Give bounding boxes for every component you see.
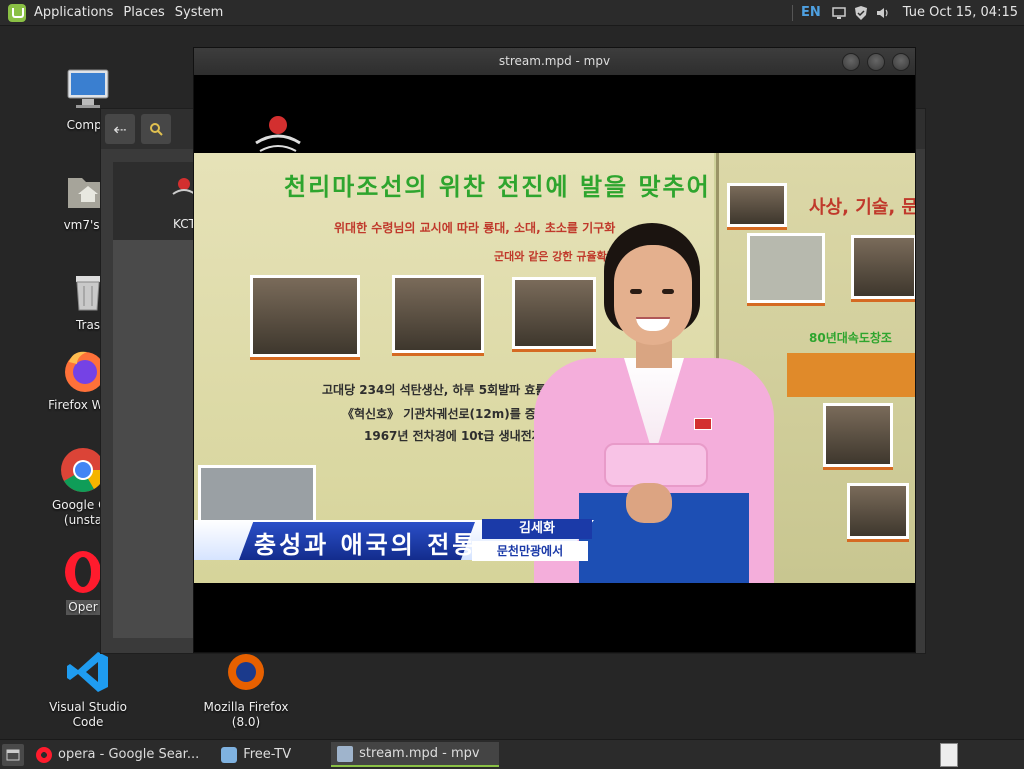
maximize-button[interactable] — [867, 53, 885, 71]
taskbar-item-label: opera - Google Sear... — [58, 747, 200, 762]
video-frame: 천리마조선의 위찬 전진에 발을 맞추어 위대한 수령님의 교시에 따라 룡대,… — [194, 153, 915, 583]
search-icon[interactable] — [141, 114, 171, 144]
taskbar-item-label: stream.mpd - mpv — [359, 746, 480, 761]
lower-third-title: 충성과 애국의 전통 — [254, 530, 478, 559]
workspace-switcher-icon[interactable] — [940, 743, 958, 767]
board-green-text: 80년대속도창조 — [809, 331, 892, 345]
taskbar-item-label: Free-TV — [243, 747, 292, 762]
volume-icon[interactable] — [875, 5, 891, 21]
firefox-old-icon — [222, 648, 270, 696]
clock[interactable]: Tue Oct 15, 04:15 — [903, 5, 1018, 20]
presenter-hands — [626, 483, 672, 523]
board-orange-panel — [787, 353, 915, 397]
window-title: stream.mpd - mpv — [498, 54, 611, 68]
presenter-badge — [694, 418, 712, 430]
system-tray: EN Tue Oct 15, 04:15 — [792, 0, 1024, 25]
bottom-taskbar: opera - Google Sear... Free-TV stream.mp… — [0, 739, 1024, 769]
board-headline: 천리마조선의 위찬 전진에 발을 맞추어 — [284, 172, 711, 201]
monitor-icon — [64, 66, 112, 114]
taskbar-item-mpv[interactable]: stream.mpd - mpv — [331, 742, 500, 767]
close-button[interactable] — [892, 53, 910, 71]
minimize-button[interactable] — [842, 53, 860, 71]
window-titlebar[interactable]: stream.mpd - mpv — [194, 48, 915, 75]
presenter-mouth — [636, 317, 670, 331]
top-panel: Applications Places System EN Tue Oct 15… — [0, 0, 1024, 26]
opera-icon — [36, 746, 52, 763]
kctv-watermark-icon — [250, 113, 306, 157]
board-photo — [727, 183, 787, 227]
board-photo — [823, 403, 893, 467]
tray-separator — [792, 4, 794, 21]
mpv-window[interactable]: stream.mpd - mpv 천리마조선의 위찬 전진에 발을 맞추어 위대… — [193, 47, 916, 653]
menu-system[interactable]: System — [173, 5, 231, 20]
presenter-eye — [662, 289, 674, 294]
board-right-headline: 사상, 기술, 문 — [809, 197, 915, 218]
lower-third-caption: 충성과 애국의 전통 김세화 문천만광에서 — [194, 519, 594, 566]
desktop-icon-label: Mozilla Firefox (8.0) — [203, 700, 289, 729]
board-photo — [392, 275, 484, 353]
vscode-icon — [64, 648, 112, 696]
presenter-face — [614, 245, 692, 345]
desktop-icon-vscode[interactable]: Visual Studio Code — [33, 648, 143, 730]
board-photo — [847, 483, 909, 539]
back-icon[interactable]: ⇠ — [105, 114, 135, 144]
menu-applications[interactable]: Applications — [32, 5, 121, 20]
board-photo — [250, 275, 360, 357]
show-desktop-button[interactable] — [2, 743, 24, 766]
desktop-icon-label: Visual Studio Code — [49, 700, 127, 729]
menu-places[interactable]: Places — [121, 5, 172, 20]
lower-third-name: 김세화 — [482, 519, 592, 539]
mint-menu-icon[interactable] — [8, 3, 26, 22]
window-icon — [337, 745, 354, 762]
desktop-icon-firefox-8[interactable]: Mozilla Firefox (8.0) — [188, 648, 304, 730]
taskbar-item-free-tv[interactable]: Free-TV — [215, 742, 297, 767]
presenter-eye — [630, 289, 642, 294]
network-icon[interactable] — [831, 5, 847, 21]
taskbar-item-opera[interactable]: opera - Google Sear... — [30, 742, 205, 767]
presenter-ribbon — [604, 443, 708, 487]
desktop-icon-label: Oper — [66, 600, 100, 615]
shield-icon[interactable] — [853, 5, 869, 21]
keyboard-layout-indicator[interactable]: EN — [801, 5, 821, 20]
board-photo — [851, 235, 915, 299]
video-area[interactable]: 천리마조선의 위찬 전진에 발을 맞추어 위대한 수령님의 교시에 따라 룡대,… — [194, 75, 915, 652]
free-tv-icon — [221, 746, 238, 763]
lower-third-location: 문천만광에서 — [472, 541, 588, 561]
